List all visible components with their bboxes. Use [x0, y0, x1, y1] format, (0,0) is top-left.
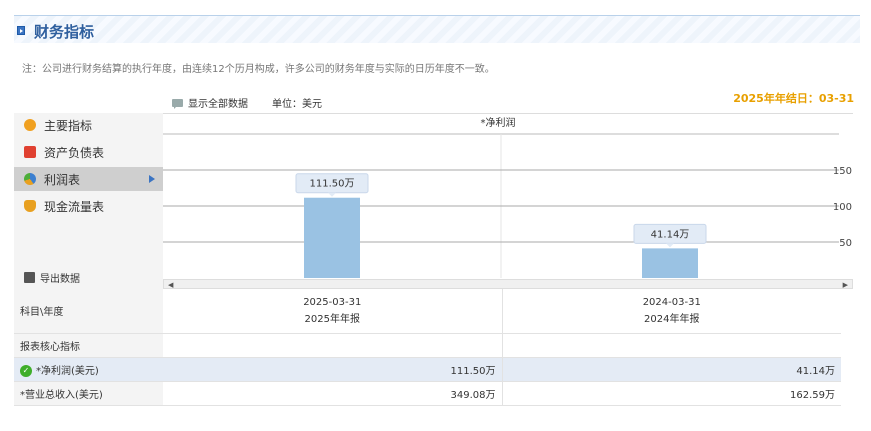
- pie-chart-icon: [24, 173, 36, 185]
- page-title: 财务指标: [34, 23, 95, 41]
- scroll-right-icon[interactable]: ▶: [843, 281, 848, 289]
- sidebar-item-balance-sheet[interactable]: 资产负债表: [14, 140, 163, 164]
- column-date: 2024-03-31: [642, 296, 701, 308]
- table-cell: 349.08万: [163, 381, 503, 406]
- empty-cell: [163, 333, 503, 358]
- section-label: 报表核心指标: [14, 333, 163, 358]
- section-row: 报表核心指标: [14, 333, 841, 358]
- play-icon: [17, 26, 25, 35]
- empty-cell: [502, 333, 841, 358]
- export-label: 导出数据: [40, 274, 80, 285]
- bar: [304, 197, 360, 278]
- sidebar-item-label: 现金流量表: [44, 199, 105, 214]
- data-label: 41.14万: [651, 229, 690, 240]
- y-tick-label: 150: [833, 166, 852, 177]
- sidebar-item-label: 主要指标: [44, 118, 93, 133]
- chart-scrollbar[interactable]: ◀ ▶: [163, 279, 853, 289]
- column-report: 2025年年报: [304, 313, 360, 325]
- section-header: 财务指标: [14, 15, 860, 43]
- sidebar: 主要指标 资产负债表 利润表 现金流量表: [14, 113, 163, 289]
- document-icon: [24, 146, 36, 158]
- row-label-text: *净利润(美元): [36, 365, 99, 377]
- chat-bubble-icon: [172, 98, 183, 109]
- scroll-left-icon[interactable]: ◀: [168, 281, 173, 289]
- data-label-pointer: [328, 192, 336, 197]
- table-cell: 111.50万: [163, 357, 503, 382]
- data-label: 111.50万: [310, 179, 355, 190]
- column-header: 2024-03-31 2024年年报: [502, 289, 841, 334]
- sidebar-item-label: 利润表: [44, 172, 81, 187]
- table-cell: 162.59万: [502, 381, 841, 406]
- bar: [642, 248, 698, 278]
- sidebar-item-income-statement[interactable]: 利润表: [14, 167, 163, 191]
- year-end-label: 2025年年结日：03-31: [733, 92, 854, 105]
- chart-title: *净利润: [481, 116, 516, 129]
- y-tick-label: 50: [839, 238, 852, 249]
- sidebar-item-main-indicators[interactable]: 主要指标: [14, 113, 163, 137]
- sun-icon: [24, 119, 36, 131]
- corner-label: 科目\年度: [14, 289, 163, 334]
- table-row[interactable]: *营业总收入(美元) 349.08万 162.59万: [14, 381, 841, 406]
- chart-svg: *净利润 50 100 150 111.50万 41.14万: [163, 116, 852, 278]
- fiscal-year-note: 注：公司进行财务结算的执行年度，由连续12个历月构成，许多公司的财务年度与实际的…: [22, 64, 495, 75]
- table-row[interactable]: ✓ *净利润(美元) 111.50万 41.14万: [14, 357, 841, 382]
- check-icon: ✓: [20, 364, 32, 377]
- show-all-data-link[interactable]: 显示全部数据: [188, 95, 248, 110]
- data-label-pointer: [666, 243, 674, 248]
- row-label: *营业总收入(美元): [14, 381, 163, 406]
- column-date: 2025-03-31: [303, 296, 362, 308]
- financial-table: 科目\年度 2025-03-31 2025年年报 2024-03-31 2024年年…: [14, 289, 841, 406]
- table-cell: 41.14万: [502, 357, 841, 382]
- column-header: 2025-03-31 2025年年报: [163, 289, 503, 334]
- row-label: ✓ *净利润(美元): [14, 357, 163, 382]
- coins-icon: [24, 200, 36, 212]
- column-report: 2024年年报: [644, 313, 700, 325]
- net-profit-chart: *净利润 50 100 150 111.50万 41.14万: [163, 113, 853, 279]
- export-icon: [24, 272, 35, 283]
- table-header-row: 科目\年度 2025-03-31 2025年年报 2024-03-31 2024年年…: [14, 289, 841, 334]
- export-data-button[interactable]: 导出数据: [24, 270, 80, 285]
- sidebar-item-label: 资产负债表: [44, 145, 105, 160]
- sidebar-item-cash-flow[interactable]: 现金流量表: [14, 194, 163, 218]
- unit-label: 单位：美元: [272, 99, 322, 110]
- y-tick-label: 100: [833, 202, 852, 213]
- toolbar: 显示全部数据 单位：美元: [172, 95, 322, 110]
